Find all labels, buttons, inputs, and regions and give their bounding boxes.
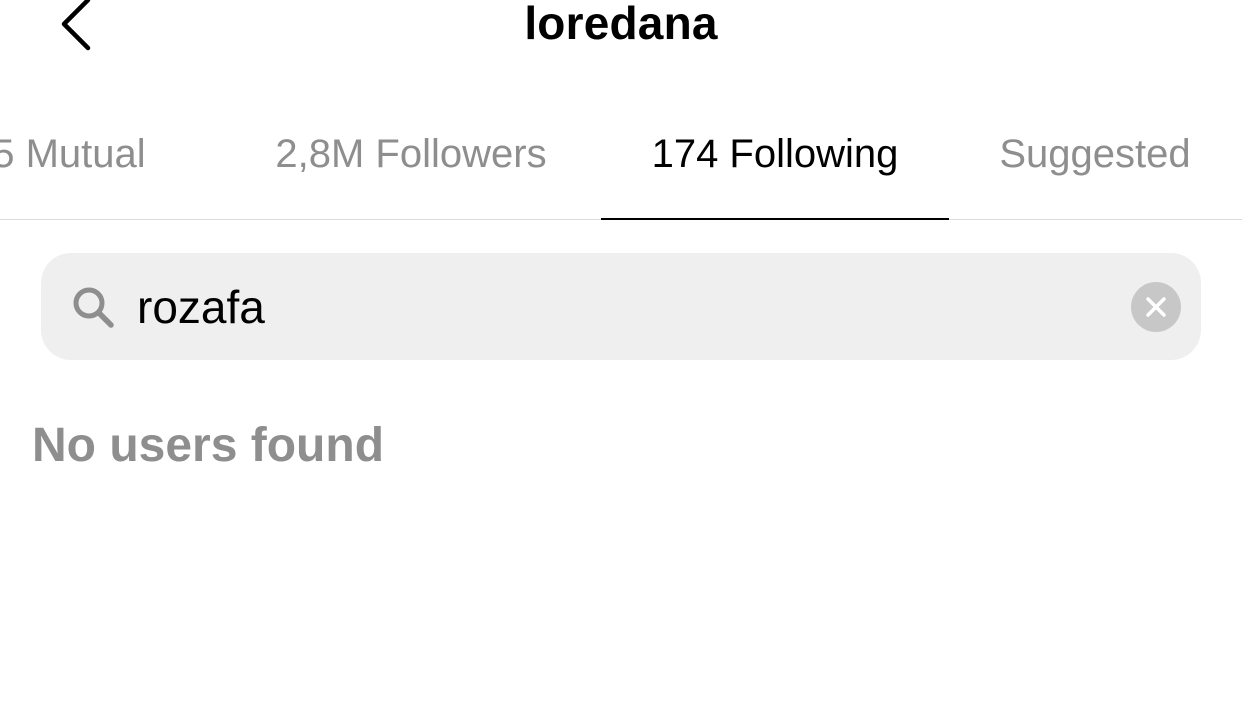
clear-search-button[interactable] — [1131, 282, 1181, 332]
clear-icon — [1146, 297, 1166, 317]
tab-following[interactable]: 174 Following — [601, 100, 949, 220]
search-input[interactable] — [137, 253, 1097, 360]
tab-followers[interactable]: 2,8M Followers — [240, 100, 582, 219]
tab-suggested[interactable]: Suggested — [968, 100, 1222, 219]
empty-results-message: No users found — [32, 419, 385, 472]
search-bar — [41, 253, 1201, 360]
search-icon — [73, 287, 114, 328]
tab-bar: 25 Mutual 2,8M Followers 174 Following S… — [0, 100, 1242, 220]
tab-mutual[interactable]: 25 Mutual — [0, 100, 200, 219]
page-title: loredana — [524, 0, 718, 49]
header-bar: loredana — [0, 0, 1242, 60]
